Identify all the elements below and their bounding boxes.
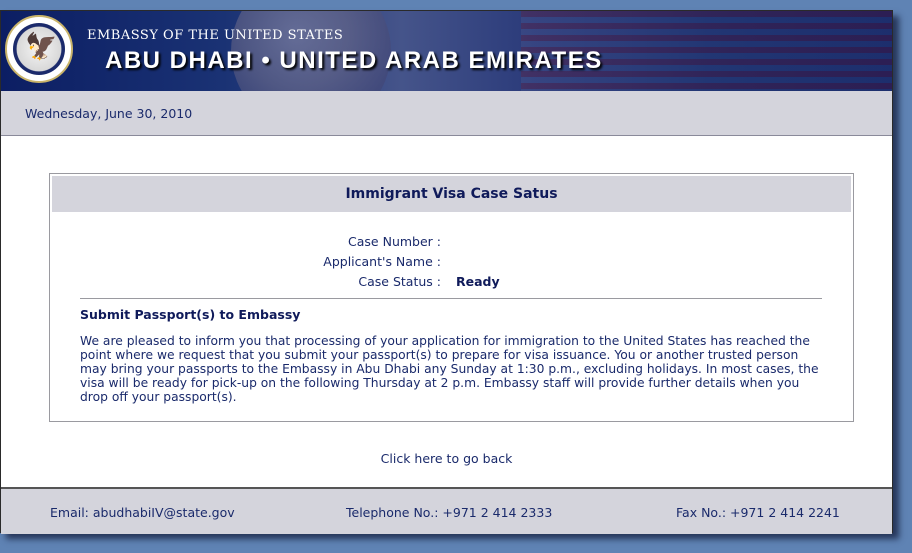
go-back-link[interactable]: Click here to go back (1, 451, 892, 466)
footer-telephone: Telephone No.: +971 2 414 2333 (346, 505, 553, 520)
us-department-of-state-seal-icon: 🦅 (5, 15, 73, 83)
case-status-panel: Immigrant Visa Case Satus Case Number : … (49, 173, 854, 422)
date-bar: Wednesday, June 30, 2010 (1, 91, 892, 136)
footer-fax: Fax No.: +971 2 414 2241 (676, 505, 840, 520)
panel-title: Immigrant Visa Case Satus (52, 176, 851, 212)
header-banner: 🦅 EMBASSY OF THE UNITED STATES ABU DHABI… (1, 11, 892, 91)
divider (80, 298, 822, 299)
banner-subtitle: EMBASSY OF THE UNITED STATES (87, 28, 344, 43)
page-container: 🦅 EMBASSY OF THE UNITED STATES ABU DHABI… (0, 10, 893, 534)
case-number-label: Case Number : (348, 234, 441, 249)
footer-email[interactable]: Email: abudhabiIV@state.gov (50, 505, 235, 520)
footer-bar: Email: abudhabiIV@state.gov Telephone No… (1, 487, 892, 534)
instructions-text: We are pleased to inform you that proces… (80, 334, 819, 404)
current-date: Wednesday, June 30, 2010 (25, 106, 193, 121)
banner-title: ABU DHABI • UNITED ARAB EMIRATES (105, 47, 603, 74)
case-status-value: Ready (456, 274, 500, 289)
applicant-name-label: Applicant's Name : (323, 254, 441, 269)
section-title: Submit Passport(s) to Embassy (80, 307, 301, 322)
case-status-label: Case Status : (358, 274, 441, 289)
